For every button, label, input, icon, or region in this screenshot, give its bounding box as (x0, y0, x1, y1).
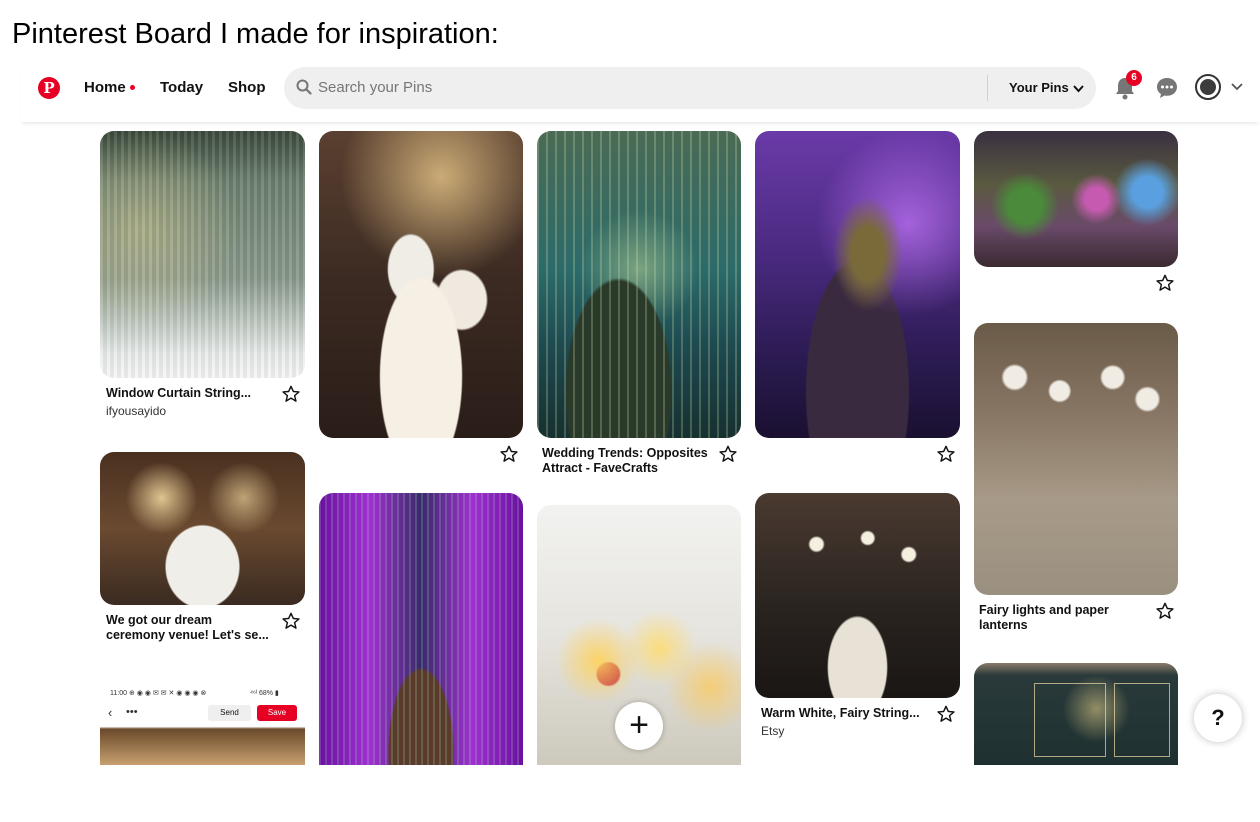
search-scope-dropdown[interactable]: Your Pins (1009, 80, 1084, 95)
add-pin-button[interactable]: + (615, 702, 663, 750)
pin-image-warm-white[interactable] (755, 493, 960, 698)
chevron-down-icon (1072, 85, 1084, 93)
phone-status-bar: 11:00 ⊕ ◉ ◉ ✉ ✉ ✕ ◉ ◉ ◉ ⊗ (110, 690, 207, 697)
pin-source[interactable]: Etsy (761, 724, 784, 738)
pin-image-barn[interactable] (974, 323, 1178, 595)
nav-home[interactable]: Home (84, 79, 135, 96)
star-icon[interactable] (1156, 602, 1174, 620)
pin-image-curtain[interactable] (100, 131, 305, 378)
account-chevron-down-icon[interactable] (1231, 83, 1243, 91)
pinterest-logo-icon[interactable]: P (38, 77, 60, 99)
star-icon[interactable] (282, 385, 300, 403)
nav-shop[interactable]: Shop (228, 79, 266, 96)
top-navigation-bar: P Home Today Shop Search your Pins Your … (20, 66, 1260, 122)
pin-title[interactable]: Window Curtain String... (106, 386, 251, 401)
star-icon[interactable] (937, 445, 955, 463)
star-icon[interactable] (1156, 274, 1174, 292)
star-icon[interactable] (937, 705, 955, 723)
pin-image-teal-forest[interactable] (537, 131, 741, 438)
search-divider (987, 75, 988, 101)
more-options-icon: ••• (126, 706, 138, 718)
back-arrow-icon: ‹ (108, 705, 113, 720)
notification-badge: 6 (1126, 70, 1142, 86)
search-icon (296, 79, 312, 95)
user-avatar[interactable] (1195, 74, 1221, 100)
phone-send-button: Send (208, 705, 251, 721)
pin-title[interactable]: We got our dream ceremony venue! Let's se… (106, 613, 269, 643)
search-input[interactable]: Search your Pins (318, 79, 432, 96)
pin-image-phone-screenshot[interactable]: 11:00 ⊕ ◉ ◉ ✉ ✉ ✕ ◉ ◉ ◉ ⊗ ⁴⁶ᴵ 68% ▮ ‹ ••… (100, 685, 305, 765)
messages-icon[interactable] (1156, 77, 1178, 99)
pin-image-violet-tunnel[interactable] (319, 493, 523, 765)
pin-title[interactable]: Wedding Trends: Opposites Attract - FaveC… (542, 446, 708, 476)
active-dot-icon (129, 85, 135, 90)
pin-image-venue[interactable] (100, 452, 305, 605)
star-icon[interactable] (500, 445, 518, 463)
pin-image-banquet-hall[interactable] (319, 131, 523, 438)
invitation-card (1114, 683, 1170, 757)
nav-today[interactable]: Today (160, 79, 203, 96)
pin-source[interactable]: ifyousayido (106, 404, 166, 418)
star-icon[interactable] (719, 445, 737, 463)
pin-title[interactable]: Warm White, Fairy String... (761, 706, 920, 721)
pin-title[interactable]: Fairy lights and paper lanterns (979, 603, 1109, 633)
phone-status-right: ⁴⁶ᴵ 68% ▮ (250, 690, 279, 697)
help-button[interactable]: ? (1194, 694, 1242, 742)
pin-image-garden[interactable] (974, 131, 1178, 267)
pin-image-purple-tree[interactable] (755, 131, 960, 438)
page-caption: Pinterest Board I made for inspiration: (12, 18, 499, 50)
phone-save-button: Save (257, 705, 297, 721)
pin-image-invitation[interactable] (974, 663, 1178, 765)
search-bar[interactable]: Search your Pins Your Pins (284, 67, 1096, 109)
invitation-card (1034, 683, 1106, 757)
star-icon[interactable] (282, 612, 300, 630)
